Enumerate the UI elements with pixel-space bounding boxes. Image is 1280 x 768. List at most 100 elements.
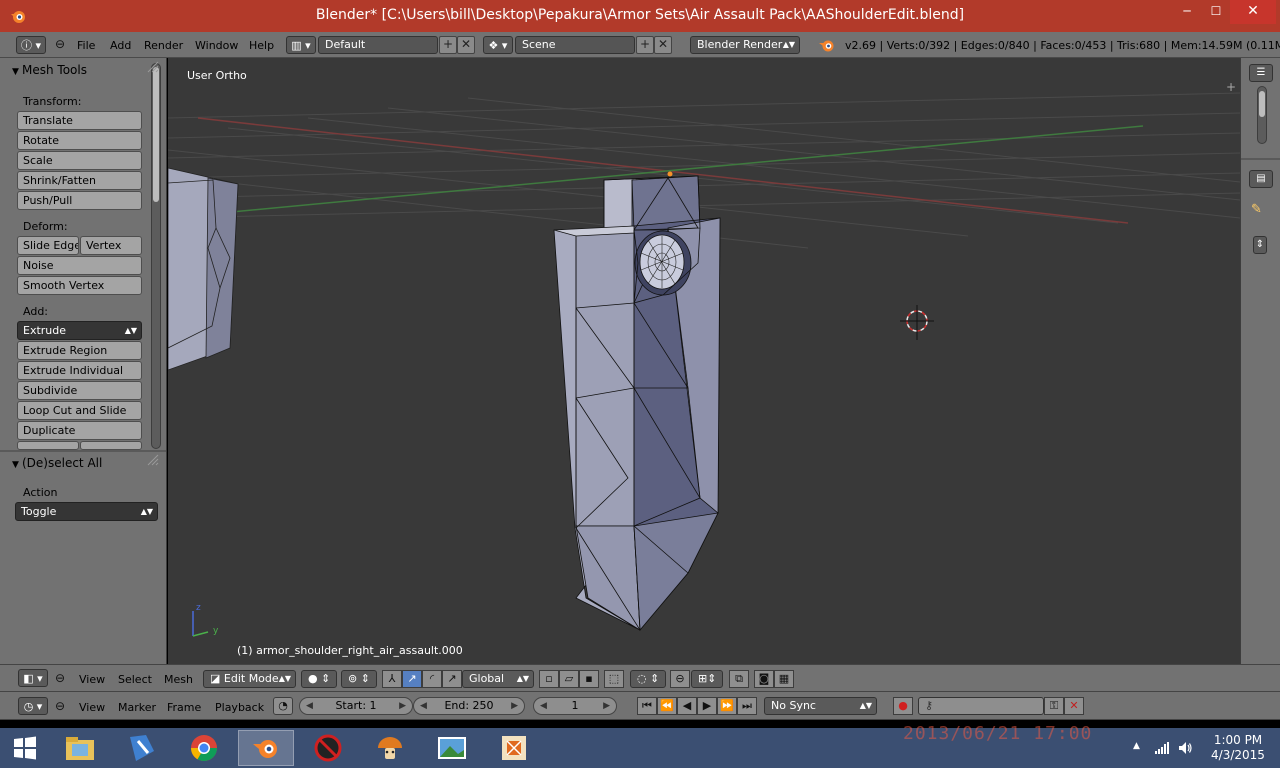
menu-playback[interactable]: Playback bbox=[215, 701, 264, 714]
insert-keyframe-button[interactable]: ⚿ bbox=[1044, 697, 1064, 715]
blender-taskbar-button[interactable] bbox=[238, 730, 294, 766]
3d-viewport[interactable]: User Ortho (1) armor_shoulder_right_air_… bbox=[168, 58, 1240, 664]
outliner-scrollbar[interactable] bbox=[1257, 86, 1267, 144]
menu-mesh[interactable]: Mesh bbox=[164, 673, 193, 686]
scrollbar-thumb[interactable] bbox=[153, 67, 159, 202]
scale-button[interactable]: Scale bbox=[17, 151, 142, 170]
menu-add[interactable]: Add bbox=[110, 39, 131, 52]
rotate-button[interactable]: Rotate bbox=[17, 131, 142, 150]
collapse-menu-button[interactable]: ⊖ bbox=[53, 699, 67, 713]
slide-edge-button[interactable]: Slide Edge bbox=[17, 236, 79, 255]
deselect-all-panel-header[interactable]: ▼ (De)select All bbox=[12, 456, 102, 470]
layout-name-field[interactable]: Default bbox=[318, 36, 438, 54]
close-button[interactable]: ✕ bbox=[1230, 0, 1276, 24]
play-button[interactable]: ▶ bbox=[697, 697, 717, 715]
scrollbar-thumb[interactable] bbox=[1259, 91, 1265, 117]
menu-view[interactable]: View bbox=[79, 701, 105, 714]
start-frame-field[interactable]: ◀ Start: 1 ▶ bbox=[299, 697, 413, 715]
timeline-editor-type-button[interactable]: ◷ ▾ bbox=[18, 697, 48, 715]
minimize-button[interactable]: ─ bbox=[1172, 0, 1202, 24]
mesh-tools-panel-header[interactable]: ▼ Mesh Tools bbox=[12, 63, 87, 77]
snap-element-dropdown[interactable]: ⊞⇕ bbox=[691, 670, 723, 688]
menu-window[interactable]: Window bbox=[195, 39, 238, 52]
manipulator-toggle-button[interactable]: ⅄ bbox=[382, 670, 402, 688]
collapse-menu-button[interactable]: ⊖ bbox=[53, 671, 67, 685]
extrude-individual-button[interactable]: Extrude Individual bbox=[17, 361, 142, 380]
screw-button-partial[interactable] bbox=[80, 441, 142, 450]
noise-button[interactable]: Noise bbox=[17, 256, 142, 275]
delete-layout-button[interactable]: ✕ bbox=[457, 36, 475, 54]
chrome-taskbar-button[interactable] bbox=[176, 730, 232, 766]
menu-file[interactable]: File bbox=[77, 39, 95, 52]
edit-linked-button[interactable]: ⧉ bbox=[729, 670, 749, 688]
auto-keying-button[interactable]: ● bbox=[893, 697, 913, 715]
3d-view-editor-type-button[interactable]: ◧ ▾ bbox=[18, 669, 48, 687]
face-select-mode-button[interactable]: ▪ bbox=[579, 670, 599, 688]
editor-type-info-button[interactable]: ⓘ ▾ bbox=[16, 36, 46, 54]
proportional-editing-dropdown[interactable]: ◌ ⇕ bbox=[630, 670, 666, 688]
photo-viewer-taskbar-button[interactable] bbox=[424, 730, 480, 766]
limit-selection-visible-button[interactable]: ⬚ bbox=[604, 670, 624, 688]
vertex-select-mode-button[interactable]: ▫ bbox=[539, 670, 559, 688]
jump-to-next-keyframe-button[interactable]: ⏩ bbox=[717, 697, 737, 715]
app-taskbar-button[interactable] bbox=[114, 730, 170, 766]
mode-dropdown[interactable]: ◪ Edit Mode ▲▼ bbox=[203, 670, 296, 688]
properties-editor-type-button[interactable]: ▤ bbox=[1249, 170, 1273, 188]
jump-to-start-button[interactable]: ⏮ bbox=[637, 697, 657, 715]
translate-button[interactable]: Translate bbox=[17, 111, 142, 130]
shrink-fatten-button[interactable]: Shrink/Fatten bbox=[17, 171, 142, 190]
pepakura-taskbar-button[interactable] bbox=[486, 730, 542, 766]
outliner-editor-type-button[interactable]: ☰ bbox=[1249, 64, 1273, 82]
screen-layout-button[interactable]: ▥ ▾ bbox=[286, 36, 316, 54]
menu-view[interactable]: View bbox=[79, 673, 105, 686]
loop-cut-and-slide-button[interactable]: Loop Cut and Slide bbox=[17, 401, 142, 420]
menu-help[interactable]: Help bbox=[249, 39, 274, 52]
rotate-manipulator-button[interactable]: ◜ bbox=[422, 670, 442, 688]
scene-selector-button[interactable]: ❖ ▾ bbox=[483, 36, 513, 54]
sync-mode-dropdown[interactable]: No Sync ▲▼ bbox=[764, 697, 877, 715]
start-button[interactable] bbox=[0, 730, 50, 766]
spin-button-partial[interactable] bbox=[17, 441, 79, 450]
system-clock[interactable]: 1:00 PM 4/3/2015 bbox=[1200, 733, 1276, 763]
area-corner-grip-icon[interactable] bbox=[146, 453, 160, 467]
keying-set-field[interactable]: ⚷ bbox=[918, 697, 1044, 715]
opengl-render-image-button[interactable]: ◙ bbox=[754, 670, 774, 688]
subdivide-button[interactable]: Subdivide bbox=[17, 381, 142, 400]
delete-scene-button[interactable]: ✕ bbox=[654, 36, 672, 54]
slide-vertex-button[interactable]: Vertex bbox=[80, 236, 142, 255]
decrement-arrow-icon[interactable]: ◀ bbox=[306, 698, 313, 714]
decrement-arrow-icon[interactable]: ◀ bbox=[540, 698, 547, 714]
network-signal-icon[interactable] bbox=[1154, 741, 1170, 755]
file-explorer-taskbar-button[interactable] bbox=[52, 730, 108, 766]
tool-shelf-scrollbar[interactable] bbox=[151, 63, 161, 449]
duplicate-button[interactable]: Duplicate bbox=[17, 421, 142, 440]
menu-render[interactable]: Render bbox=[144, 39, 183, 52]
properties-toggle-plus-icon[interactable]: + bbox=[1226, 80, 1236, 94]
smooth-vertex-button[interactable]: Smooth Vertex bbox=[17, 276, 142, 295]
jump-to-previous-keyframe-button[interactable]: ⏪ bbox=[657, 697, 677, 715]
menu-frame[interactable]: Frame bbox=[167, 701, 201, 714]
delete-keyframe-button[interactable]: ✕ bbox=[1064, 697, 1084, 715]
transform-orientation-dropdown[interactable]: Global ▲▼ bbox=[462, 670, 534, 688]
add-scene-button[interactable]: + bbox=[636, 36, 654, 54]
increment-arrow-icon[interactable]: ▶ bbox=[399, 698, 406, 714]
show-hidden-icons-button[interactable]: ▲ bbox=[1133, 741, 1140, 751]
jump-to-end-button[interactable]: ⏭ bbox=[737, 697, 757, 715]
snap-toggle-button[interactable]: ⊖ bbox=[670, 670, 690, 688]
context-dropdown-button[interactable]: ⇕ bbox=[1253, 236, 1267, 254]
volume-speaker-icon[interactable] bbox=[1177, 740, 1193, 756]
extrude-region-button[interactable]: Extrude Region bbox=[17, 341, 142, 360]
render-engine-dropdown[interactable]: Blender Render ▲▼ bbox=[690, 36, 800, 54]
translate-manipulator-button[interactable]: ↗ bbox=[402, 670, 422, 688]
extrude-dropdown[interactable]: Extrude ▲▼ bbox=[17, 321, 142, 340]
pivot-point-dropdown[interactable]: ⊚ ⇕ bbox=[341, 670, 377, 688]
play-reverse-button[interactable]: ◀ bbox=[677, 697, 697, 715]
end-frame-field[interactable]: ◀ End: 250 ▶ bbox=[413, 697, 525, 715]
increment-arrow-icon[interactable]: ▶ bbox=[603, 698, 610, 714]
action-dropdown[interactable]: Toggle ▲▼ bbox=[15, 502, 158, 521]
add-layout-button[interactable]: + bbox=[439, 36, 457, 54]
blocked-app-taskbar-button[interactable] bbox=[300, 730, 356, 766]
current-frame-field[interactable]: ◀ 1 ▶ bbox=[533, 697, 617, 715]
area-corner-grip-icon[interactable] bbox=[146, 60, 160, 74]
scale-manipulator-button[interactable]: ↗ bbox=[442, 670, 462, 688]
